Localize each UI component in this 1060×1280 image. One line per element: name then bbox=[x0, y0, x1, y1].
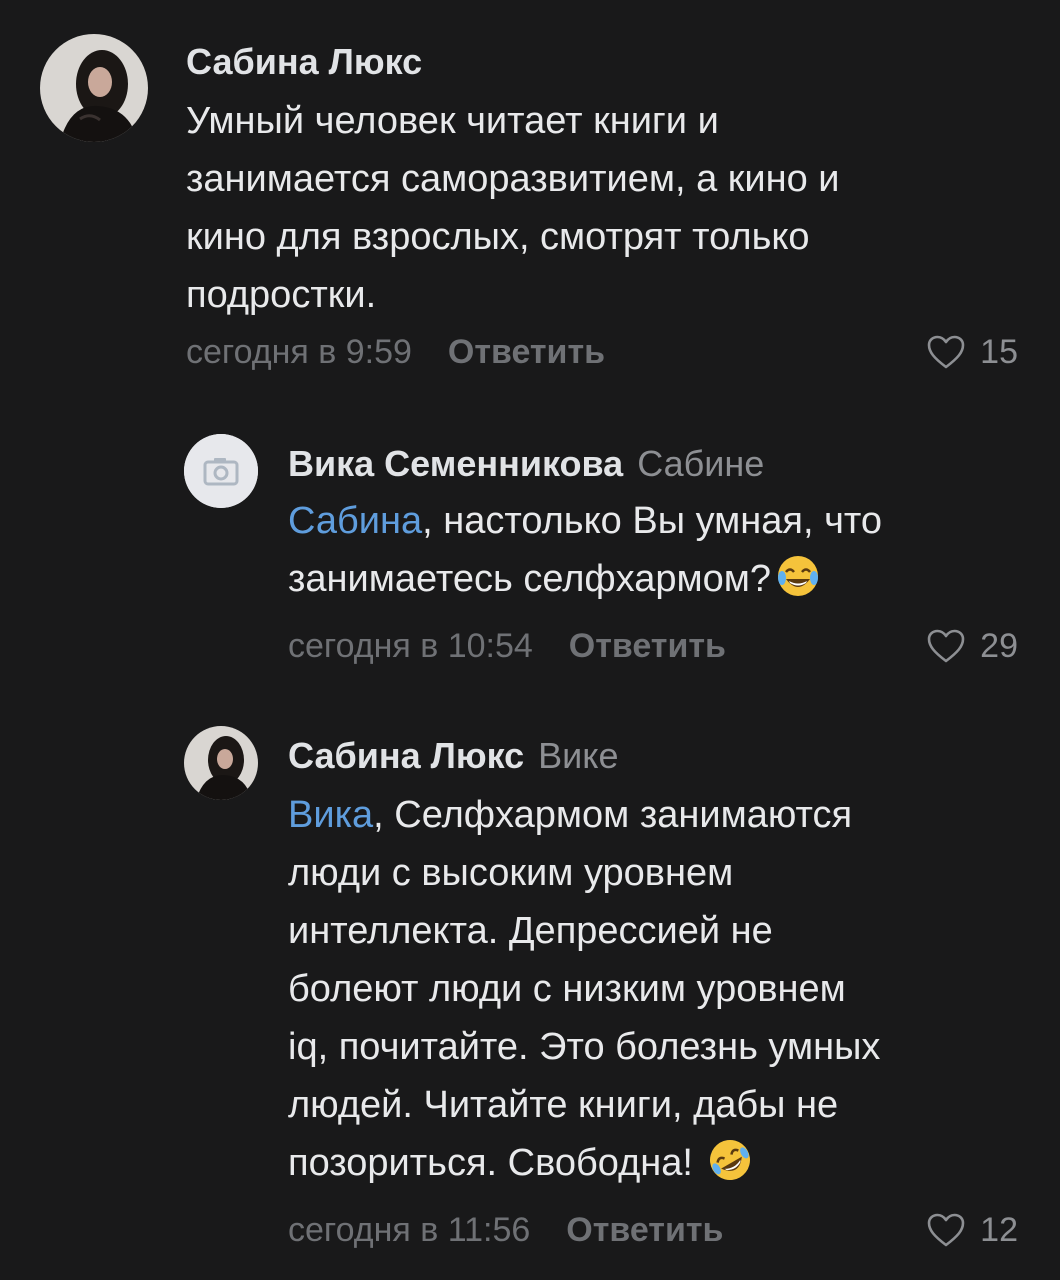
mention-link[interactable]: Вика bbox=[288, 794, 373, 836]
comment-text-line: люди с высоким уровнем bbox=[288, 852, 734, 894]
like-count: 29 bbox=[980, 627, 1018, 665]
user-avatar[interactable] bbox=[184, 434, 258, 508]
comment-text-fragment: занимаетесь селфхармом? bbox=[288, 558, 772, 600]
comment-text: Сабина, настолько Вы умная, что занимает… bbox=[288, 492, 1020, 608]
reply-button[interactable]: Ответить bbox=[569, 627, 726, 665]
reply-to-label[interactable]: Сабине bbox=[637, 443, 764, 484]
rolling-on-the-floor-laughing-icon bbox=[707, 1137, 753, 1183]
like-button[interactable]: 12 bbox=[926, 1210, 1018, 1250]
comment-header: Вика Семенникова Сабине bbox=[288, 442, 764, 486]
like-button[interactable]: 29 bbox=[926, 626, 1018, 666]
like-button[interactable]: 15 bbox=[926, 332, 1018, 372]
comment-text-line: интеллекта. Депрессией не bbox=[288, 910, 773, 952]
comment-text-line: Умный человек читает книги и bbox=[186, 100, 719, 142]
comment-text-line: занимаетесь селфхармом? bbox=[288, 550, 1020, 608]
comment-text: Вика, Селфхармом занимаются люди с высок… bbox=[288, 786, 1020, 1192]
comment-text-line: занимается саморазвитием, а кино и bbox=[186, 158, 840, 200]
like-count: 15 bbox=[980, 333, 1018, 371]
comment-text-fragment: позориться. Свободна! bbox=[288, 1142, 693, 1184]
comment-timestamp: сегодня в 10:54 bbox=[288, 627, 533, 665]
comment-timestamp: сегодня в 9:59 bbox=[186, 333, 412, 371]
comment-text-fragment: , настолько Вы умная, что bbox=[422, 500, 882, 542]
comment-text-line: людей. Читайте книги, дабы не bbox=[288, 1084, 839, 1126]
user-avatar[interactable] bbox=[40, 34, 148, 142]
reply-button[interactable]: Ответить bbox=[448, 333, 605, 371]
heart-icon bbox=[927, 1213, 965, 1247]
like-count: 12 bbox=[980, 1211, 1018, 1249]
comment-text-line: Сабина, настолько Вы умная, что bbox=[288, 492, 1020, 550]
camera-placeholder-icon bbox=[184, 434, 258, 508]
comment-text-line: кино для взрослых, смотрят только bbox=[186, 216, 810, 258]
reply-to-label[interactable]: Вике bbox=[538, 735, 618, 776]
comment-meta: сегодня в 9:59 Ответить bbox=[186, 332, 605, 372]
mention-link[interactable]: Сабина bbox=[288, 500, 422, 542]
comment-text-line: Вика, Селфхармом занимаются bbox=[288, 786, 1020, 844]
user-photo-avatar-icon bbox=[40, 34, 148, 142]
comment-text-line: позориться. Свободна! bbox=[288, 1134, 1020, 1192]
user-photo-avatar-icon bbox=[184, 726, 258, 800]
author-name[interactable]: Сабина Люкс bbox=[186, 41, 422, 82]
comment-header: Сабина Люкс bbox=[186, 40, 422, 84]
author-name[interactable]: Сабина Люкс bbox=[288, 735, 524, 776]
comment-text-line: болеют люди с низким уровнем bbox=[288, 968, 846, 1010]
comment-text-line: iq, почитайте. Это болезнь умных bbox=[288, 1026, 881, 1068]
comment-text-fragment: , Селфхармом занимаются bbox=[373, 794, 853, 836]
comment-timestamp: сегодня в 11:56 bbox=[288, 1211, 531, 1249]
face-with-tears-of-joy-icon bbox=[775, 553, 821, 599]
author-name[interactable]: Вика Семенникова bbox=[288, 443, 623, 484]
comments-thread: Сабина Люкс Умный человек читает книги и… bbox=[0, 0, 1060, 1280]
heart-icon bbox=[927, 629, 965, 663]
comment-text-line: подростки. bbox=[186, 274, 377, 316]
comment-meta: сегодня в 11:56 Ответить bbox=[288, 1210, 723, 1250]
comment-text: Умный человек читает книги и занимается … bbox=[186, 92, 1020, 324]
user-avatar[interactable] bbox=[184, 726, 258, 800]
comment-header: Сабина Люкс Вике bbox=[288, 734, 618, 778]
reply-button[interactable]: Ответить bbox=[566, 1211, 723, 1249]
heart-icon bbox=[927, 335, 965, 369]
comment-meta: сегодня в 10:54 Ответить bbox=[288, 626, 726, 666]
